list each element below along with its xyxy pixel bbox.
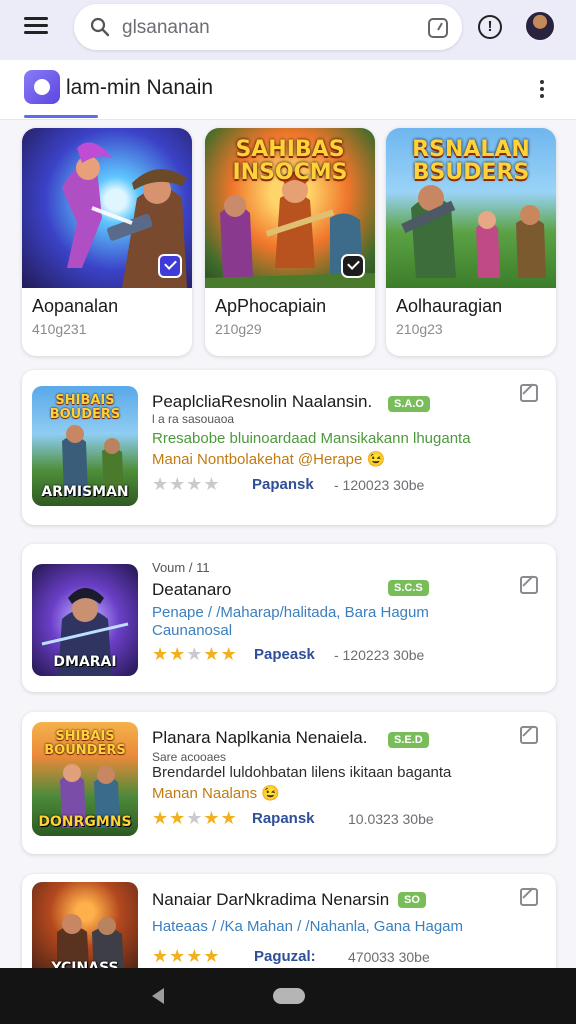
thumbnail-caption: DMARAI <box>53 654 117 670</box>
thumbnail-banner: SHIBAIS BOUDERS <box>49 393 121 422</box>
game-thumbnail: DMARAI <box>32 564 138 676</box>
item-title[interactable]: Planara Naplkania Nenaiela. <box>152 728 367 748</box>
featured-card[interactable]: Aopanalan 410g231 <box>22 128 192 356</box>
item-title[interactable]: Nanaiar DarNkradima Nenarsin <box>152 890 389 910</box>
game-thumbnail: YCINASS <box>32 882 138 982</box>
item-meta: 470033 30be <box>348 949 430 965</box>
item-meta: - 120223 30be <box>334 647 425 663</box>
item-meta: 10.0323 30be <box>348 811 434 827</box>
status-badge: S.C.S <box>388 580 429 596</box>
featured-name: Aolhauragian <box>396 296 503 316</box>
status-badge: SO <box>398 892 426 908</box>
search-input[interactable]: glsananan <box>122 17 210 39</box>
thumbnail-caption: ARMISMAN <box>41 484 129 500</box>
back-icon[interactable] <box>152 988 164 1004</box>
publisher-label[interactable]: Rapansk <box>252 810 315 827</box>
item-description: Brendardel luldohbatan lilens ikitaan ba… <box>152 764 452 781</box>
item-overline: l a ra sasouaoa <box>152 412 235 426</box>
thumbnail-caption: DONRGMNS <box>38 814 132 830</box>
game-thumbnail: SHIBAIS BOUDERS ARMISMAN <box>32 386 138 506</box>
item-meta: - 120023 30be <box>334 477 425 493</box>
item-description-2: Caunanosal <box>152 622 233 639</box>
featured-card[interactable]: SAHIBAS INSOCMS ApPhocapiain 210g29 <box>205 128 375 356</box>
selected-check-icon[interactable] <box>341 254 365 278</box>
item-tagline: Manai Nontbolakehat @Herape 😉 <box>152 451 386 468</box>
item-overline: Sare acooaes <box>152 750 227 764</box>
system-nav-bar <box>0 968 576 1024</box>
more-options-icon[interactable] <box>536 78 548 102</box>
avatar[interactable] <box>524 10 556 42</box>
featured-date: 410g231 <box>32 321 87 337</box>
list-item[interactable]: SHIBAIS BOUDERS ARMISMAN PeaplcliaResnol… <box>22 370 556 525</box>
item-description: Penape / /Maharap/halitada, Bara Hagum <box>152 604 429 621</box>
rating-stars: ★★★★★ <box>152 808 238 828</box>
item-tagline: Manan Naalans 😉 <box>152 785 280 802</box>
top-app-bar: glsananan ! <box>0 0 576 60</box>
featured-art: RSNALAN BSUDERS <box>386 128 556 288</box>
status-badge: S.E.D <box>388 732 429 748</box>
featured-date: 210g23 <box>396 321 443 337</box>
share-icon[interactable] <box>520 888 538 906</box>
featured-art-title: SAHIBAS INSOCMS <box>232 137 348 185</box>
thumbnail-banner: SHIBAIS BOUNDERS <box>44 729 126 758</box>
app-logo-icon <box>24 70 60 104</box>
search-icon <box>90 17 110 37</box>
list-item[interactable]: SHIBAIS BOUNDERS DONRGMNS Sare acooaes P… <box>22 712 556 854</box>
featured-name: Aopanalan <box>32 296 119 316</box>
rating-stars: ★★★★★ <box>152 644 238 664</box>
item-title[interactable]: PeaplcliaResnolin Naalansin. <box>152 392 372 412</box>
item-overline: Voum / 11 <box>152 560 210 575</box>
publisher-label[interactable]: Papeask <box>254 646 315 663</box>
rating-stars: ★★★★ <box>152 946 221 966</box>
featured-card[interactable]: RSNALAN BSUDERS Aolhauragian 210g23 <box>386 128 556 356</box>
share-icon[interactable] <box>520 384 538 402</box>
rating-stars: ★★★★ <box>152 474 221 494</box>
publisher-label[interactable]: Papansk <box>252 476 314 493</box>
featured-date: 210g29 <box>215 321 262 337</box>
featured-art-title: RSNALAN BSUDERS <box>412 137 530 185</box>
tab-indicator <box>24 115 98 118</box>
selected-check-icon[interactable] <box>158 254 182 278</box>
publisher-label[interactable]: Paguzal: <box>254 948 316 965</box>
info-icon[interactable]: ! <box>478 15 502 39</box>
featured-name: ApPhocapiain <box>215 296 327 316</box>
hamburger-menu-icon[interactable] <box>20 14 52 42</box>
share-icon[interactable] <box>520 576 538 594</box>
history-icon[interactable] <box>428 18 448 38</box>
item-description: Rresabobe bluinoardaad Mansikakann lhuga… <box>152 430 471 447</box>
list-item[interactable]: DMARAI Voum / 11 Deatanaro S.C.S Penape … <box>22 544 556 692</box>
share-icon[interactable] <box>520 726 538 744</box>
home-icon[interactable] <box>273 988 305 1004</box>
item-title[interactable]: Deatanaro <box>152 580 231 600</box>
game-thumbnail: SHIBAIS BOUNDERS DONRGMNS <box>32 722 138 836</box>
section-header: lam-min Nanain <box>0 60 576 120</box>
section-title: lam-min Nanain <box>66 76 214 99</box>
status-badge: S.A.O <box>388 396 430 412</box>
search-bar[interactable]: glsananan <box>74 4 462 50</box>
item-description: Hateaas / /Ka Mahan / /Nahanla, Gana Hag… <box>152 918 464 935</box>
